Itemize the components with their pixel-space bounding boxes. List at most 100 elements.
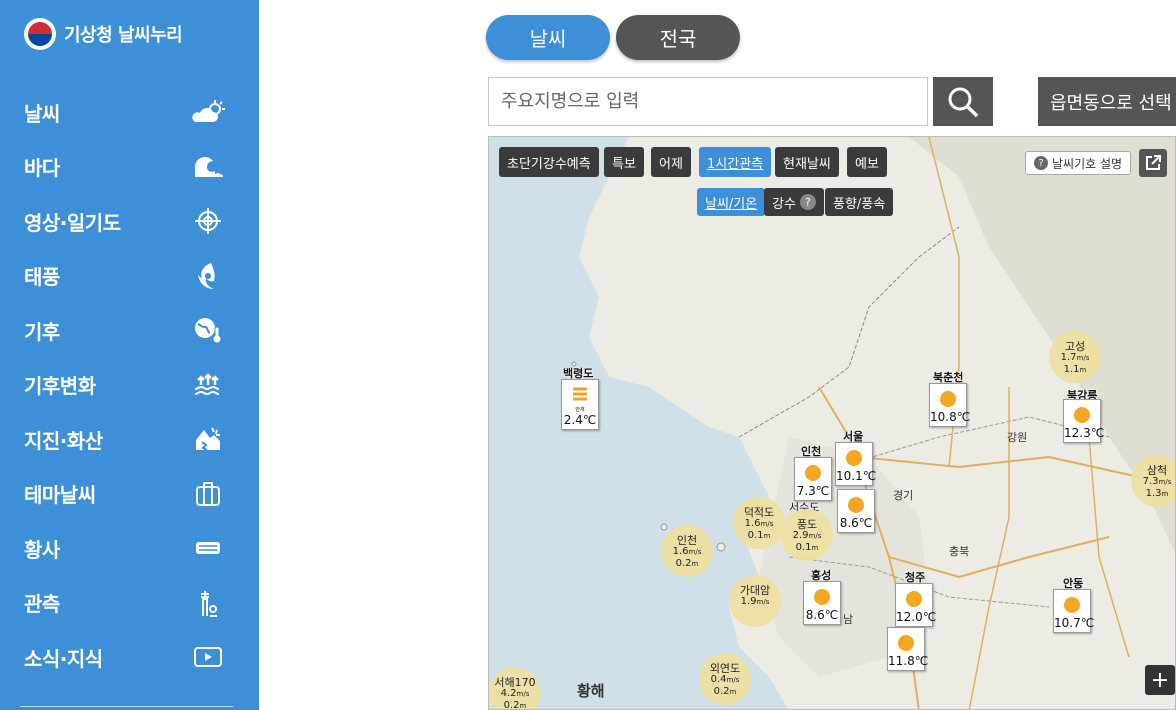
layer-button-warning[interactable]: 특보 [604,147,644,177]
sidebar-item-label: 날씨 [24,101,60,126]
sidebar-item-label: 소식·지식 [24,646,103,671]
layer-button-forecast[interactable]: 예보 [847,147,887,177]
station-marker[interactable]: 12.3℃ [1063,399,1105,443]
wind-unit: m/s [756,598,770,606]
station-temp: 10.7℃ [1054,616,1095,630]
wave-unit: m [729,688,737,696]
sidebar-item-yellow-dust[interactable]: 황사 [0,521,259,576]
buoy-wind-value: 1.7 [1060,352,1077,363]
buoy-wind: 1.9m/s [729,596,781,608]
station-temp: 10.8℃ [930,410,971,424]
brand[interactable]: 기상청 날씨누리 [24,18,183,50]
sub-button-wind[interactable]: 풍향/풍속 [825,188,894,216]
sun-icon [1064,597,1080,613]
dust-mask-icon [191,535,225,561]
help-icon[interactable]: ? [799,194,816,210]
buoy-wind-value: 0.4 [710,674,727,685]
buoy-marker[interactable]: 풍도 2.9m/s 0.1m [781,509,833,561]
sidebar-item-climate-change[interactable]: 기후변화 [0,358,259,413]
buoy-marker[interactable]: 인천 1.6m/s 0.2m [661,525,713,577]
external-link-button[interactable] [1139,149,1167,177]
buoy-name: 고성 [1064,340,1086,353]
search-input[interactable] [488,77,928,126]
sidebar-item-theme-weather[interactable]: 테마날씨 [0,467,259,522]
sidebar-item-sea[interactable]: 바다 [0,140,259,195]
station-marker[interactable]: 10.7℃ [1053,589,1095,633]
globe-thermometer-icon [191,317,225,343]
buoy-wave-value: 1.1 [1063,364,1080,375]
buoy-wave: 0.1m [781,542,833,554]
tab-nationwide[interactable]: 전국 [616,15,740,60]
buoy-wind: 0.4m/s [699,674,751,686]
layer-button-yesterday[interactable]: 어제 [651,147,691,177]
sub-button-precip[interactable]: 강수? [764,188,824,216]
station-marker[interactable]: 10.8℃ [929,383,971,427]
buoy-wind-value: 1.6 [672,546,689,557]
sidebar-item-label: 태풍 [24,265,60,290]
sidebar-item-climate[interactable]: 기후 [0,303,259,358]
sidebar-item-label: 바다 [24,156,60,181]
station-temp: 10.1℃ [836,469,877,483]
buoy-marker[interactable]: 고성 1.7m/s 1.1m [1049,331,1101,383]
layer-button-hourly-obs[interactable]: 1시간관측 [699,147,772,177]
buoy-marker[interactable]: 서해170 4.2m/s 0.2m [489,667,541,710]
typhoon-icon [191,262,225,289]
kma-logo-icon [24,18,56,50]
sidebar-item-satellite[interactable]: 영상·일기도 [0,194,259,249]
wave-unit: m [763,532,771,540]
fog-icon [573,387,587,401]
cloud-sun-icon [191,99,225,125]
sidebar-divider [20,706,233,707]
region-select-button[interactable]: 읍면동으로 선택 [1038,77,1176,126]
buoy-name: 인천 [676,534,698,547]
buoy-marker[interactable]: 삼척 7.3m/s 1.3m [1131,455,1175,507]
video-icon [191,644,225,670]
suitcase-icon [191,481,225,507]
sidebar-menu: 날씨 바다 영상·일기도 태풍 기후 기후변화 지진·화산 테마날씨 황사 관측… [0,85,259,685]
buoy-wave-value: 0.2 [503,700,520,710]
layer-button-nowcast[interactable]: 초단기강수예측 [499,147,599,177]
sub-button-label: 날씨/기온 [705,196,758,212]
buoy-wave-value: 0.1 [795,542,812,553]
wind-unit: m/s [1158,478,1172,486]
sidebar-item-news[interactable]: 소식·지식 [0,630,259,685]
sidebar-item-label: 황사 [24,537,60,562]
search-button[interactable] [933,77,993,126]
station-marker[interactable]: 10.1℃ [835,442,877,486]
buoy-marker[interactable]: 덕적도 1.6m/s 0.1m [733,497,785,549]
buoy-wave: 0.2m [661,558,713,570]
buoy-marker[interactable]: 외연도 0.4m/s 0.2m [699,653,751,705]
province-label: 충북 [949,545,970,558]
station-marker[interactable]: 7.3℃ [794,457,832,501]
wave-icon [191,154,225,180]
zoom-in-button[interactable]: + [1145,665,1175,695]
province-label: 경기 [893,489,914,502]
sea-label: 황해 [577,682,605,700]
station-marker[interactable]: 12.0℃ [895,583,936,627]
buoy-wave-value: 0.1 [747,530,764,541]
sun-icon [814,589,830,605]
sidebar-item-typhoon[interactable]: 태풍 [0,249,259,304]
layer-button-label: 1시간관측 [707,156,764,172]
sub-button-weather-temp[interactable]: 날씨/기온 [697,188,766,216]
layer-button-current[interactable]: 현재날씨 [775,147,839,177]
tab-weather[interactable]: 날씨 [486,15,610,60]
buoy-wave: 1.1m [1049,364,1101,376]
legend-label: 날씨기호 설명 [1052,156,1123,171]
legend-button[interactable]: ? 날씨기호 설명 [1025,151,1132,175]
sidebar-item-earthquake[interactable]: 지진·화산 [0,412,259,467]
sidebar-item-label: 기후 [24,319,60,344]
station-marker[interactable]: 안개 2.4℃ [561,379,599,430]
weather-map[interactable]: 초단기강수예측 특보 어제 1시간관측 현재날씨 예보 날씨/기온 강수? 풍향… [488,136,1176,710]
station-marker[interactable]: 8.6℃ [837,489,875,533]
buoy-marker[interactable]: 가대암 1.9m/s [729,575,781,627]
station-marker[interactable]: 11.8℃ [887,627,928,671]
sidebar-item-weather[interactable]: 날씨 [0,85,259,140]
external-link-icon [1146,155,1161,170]
sidebar-item-observation[interactable]: 관측 [0,576,259,631]
sidebar: 기상청 날씨누리 날씨 바다 영상·일기도 태풍 기후 기후변화 지진·화산 테… [0,0,259,710]
buoy-wind-value: 1.9 [740,596,757,607]
station-temp: 12.3℃ [1064,426,1105,440]
station-marker[interactable]: 8.6℃ [803,581,841,625]
buoy-wind-value: 7.3 [1142,476,1159,487]
